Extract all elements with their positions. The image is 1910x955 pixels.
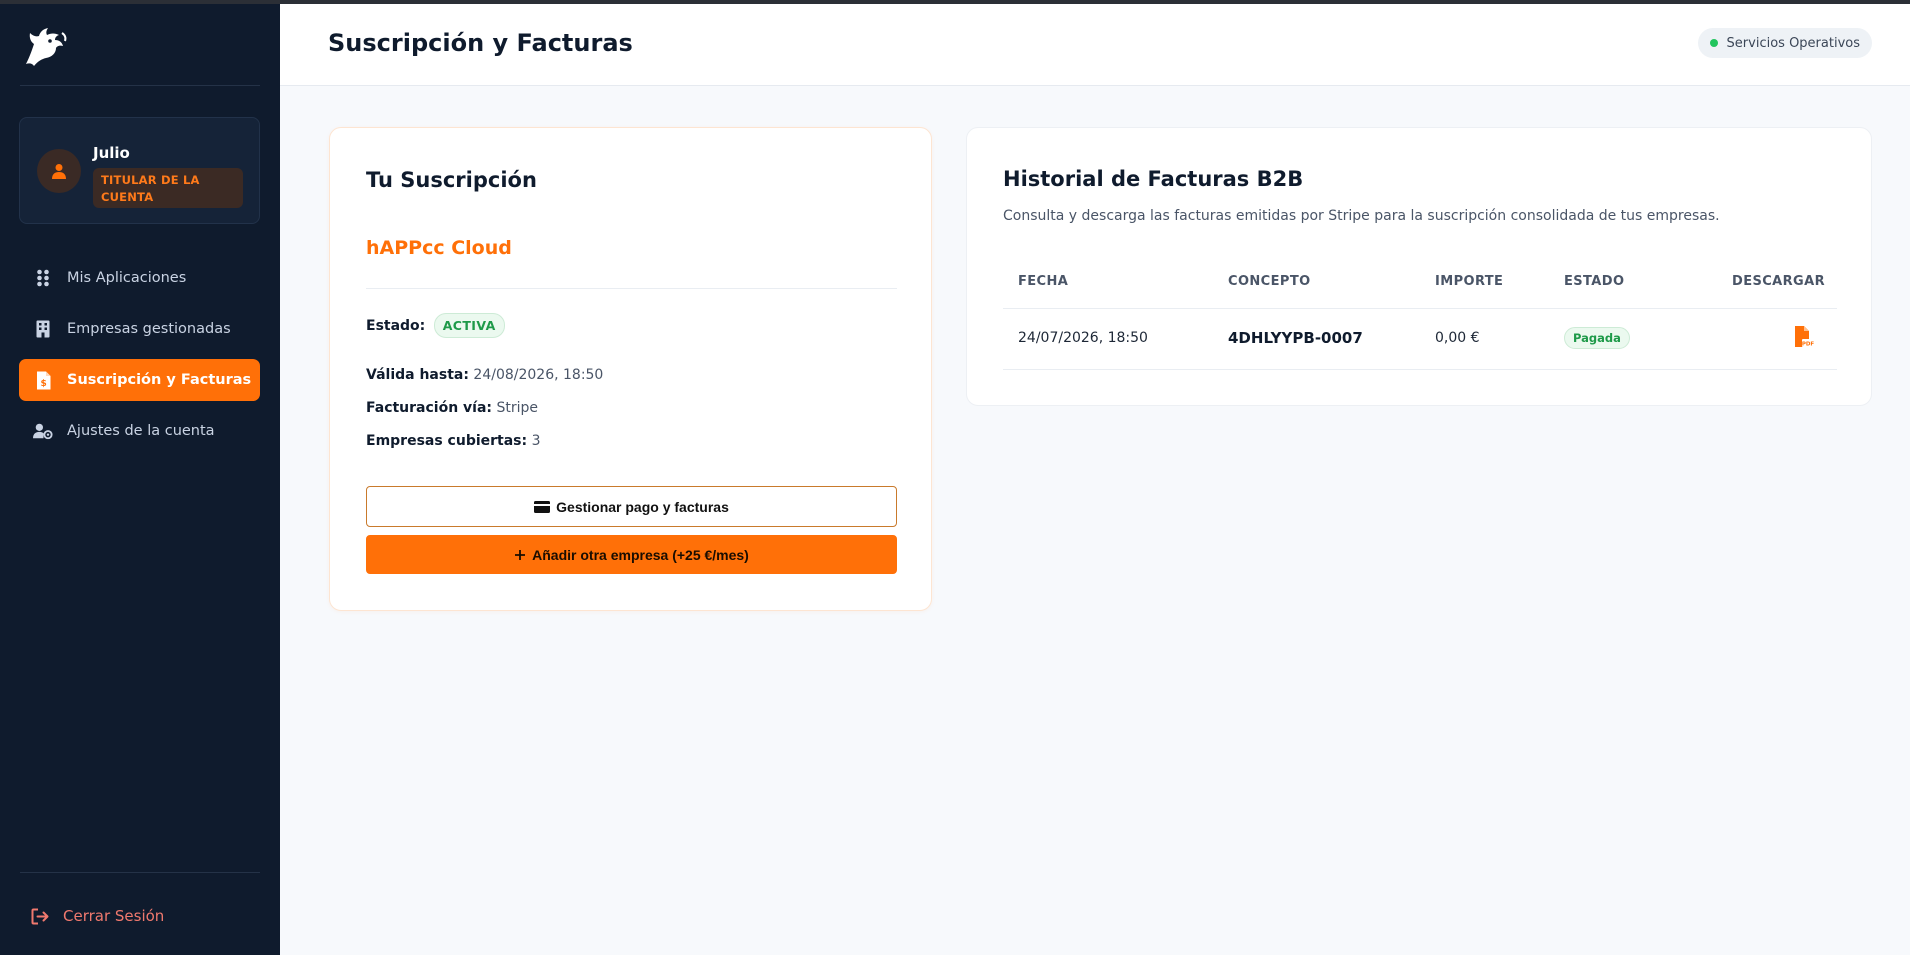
download-pdf-icon[interactable]: PDF xyxy=(1794,325,1814,349)
page-header: Suscripción y Facturas Servicios Operati… xyxy=(280,4,1910,86)
billing-row: Facturación vía: Stripe xyxy=(366,400,538,416)
status-dot-icon xyxy=(1709,39,1718,47)
companies-row: Empresas cubiertas: 3 xyxy=(366,433,541,449)
valid-until-key: Válida hasta: xyxy=(366,367,469,383)
sidebar-item-account-settings[interactable]: Ajustes de la cuenta xyxy=(19,410,260,452)
manage-payment-label: Gestionar pago y facturas xyxy=(556,498,729,515)
status-row: Estado: ACTIVA xyxy=(366,313,505,338)
user-card: Julio TITULAR DE LA CUENTA xyxy=(19,117,260,224)
sidebar-item-label: Ajustes de la cuenta xyxy=(67,423,215,439)
add-company-label: Añadir otra empresa (+25 €/mes) xyxy=(532,546,749,563)
grid-dots-icon xyxy=(33,268,53,288)
credit-card-icon xyxy=(534,500,551,513)
status-badge: ACTIVA xyxy=(433,313,505,338)
svg-text:PDF: PDF xyxy=(1802,342,1814,348)
column-header-download: DESCARGAR xyxy=(1732,274,1825,289)
user-gear-icon xyxy=(33,421,53,441)
invoice-concept: 4DHLYYPB-0007 xyxy=(1228,329,1363,347)
column-header-concept: CONCEPTO xyxy=(1228,274,1311,289)
subscription-card: Tu Suscripción hAPPcc Cloud Estado: ACTI… xyxy=(329,127,932,611)
add-company-button[interactable]: Añadir otra empresa (+25 €/mes) xyxy=(366,535,897,574)
building-icon xyxy=(33,319,53,339)
status-badge: Servicios Operativos xyxy=(1697,28,1872,58)
sidebar-item-label: Empresas gestionadas xyxy=(67,321,231,337)
column-header-date: FECHA xyxy=(1018,274,1069,289)
invoice-dollar-icon: $ xyxy=(33,370,53,390)
sidebar-divider xyxy=(20,872,260,873)
invoice-amount: 0,00 € xyxy=(1435,330,1480,346)
user-name: Julio xyxy=(93,144,130,162)
table-header-divider xyxy=(1003,308,1837,309)
status-key: Estado: xyxy=(366,318,426,334)
manage-payment-button[interactable]: Gestionar pago y facturas xyxy=(366,486,897,527)
sidebar-item-subscription[interactable]: $ Suscripción y Facturas xyxy=(19,359,260,401)
invoice-status-badge: Pagada xyxy=(1564,327,1630,349)
billing-key: Facturación vía: xyxy=(366,400,493,416)
companies-value: 3 xyxy=(531,433,541,449)
role-badge: TITULAR DE LA CUENTA xyxy=(93,168,243,208)
column-header-status: ESTADO xyxy=(1564,274,1625,289)
status-label: Servicios Operativos xyxy=(1726,35,1860,51)
plus-icon xyxy=(514,549,526,561)
sidebar-divider xyxy=(20,85,260,86)
sidebar-item-label: Suscripción y Facturas xyxy=(67,372,252,388)
invoices-card: Historial de Facturas B2B Consulta y des… xyxy=(966,127,1872,406)
svg-text:$: $ xyxy=(40,379,46,389)
logout-icon xyxy=(31,906,51,926)
card-divider xyxy=(366,288,897,289)
avatar xyxy=(37,149,81,193)
page-title: Suscripción y Facturas xyxy=(328,29,633,57)
logout-label: Cerrar Sesión xyxy=(63,907,165,925)
companies-key: Empresas cubiertas: xyxy=(366,433,528,449)
column-header-amount: IMPORTE xyxy=(1435,274,1504,289)
table-row-divider xyxy=(1003,369,1837,370)
invoices-description: Consulta y descarga las facturas emitida… xyxy=(1003,208,1720,224)
app-logo-icon[interactable] xyxy=(22,26,68,68)
invoice-date: 24/07/2026, 18:50 xyxy=(1018,330,1148,346)
valid-until-row: Válida hasta: 24/08/2026, 18:50 xyxy=(366,367,603,383)
billing-value: Stripe xyxy=(496,400,539,416)
logout-button[interactable]: Cerrar Sesión xyxy=(31,906,164,926)
valid-until-value: 24/08/2026, 18:50 xyxy=(473,367,604,383)
sidebar: Julio TITULAR DE LA CUENTA Mis Aplicacio… xyxy=(0,4,280,955)
sidebar-item-apps[interactable]: Mis Aplicaciones xyxy=(19,257,260,299)
plan-name: hAPPcc Cloud xyxy=(366,237,512,259)
sidebar-item-companies[interactable]: Empresas gestionadas xyxy=(19,308,260,350)
invoices-title: Historial de Facturas B2B xyxy=(1003,167,1304,191)
subscription-title: Tu Suscripción xyxy=(366,168,537,192)
sidebar-item-label: Mis Aplicaciones xyxy=(67,270,187,286)
user-icon xyxy=(52,164,66,179)
